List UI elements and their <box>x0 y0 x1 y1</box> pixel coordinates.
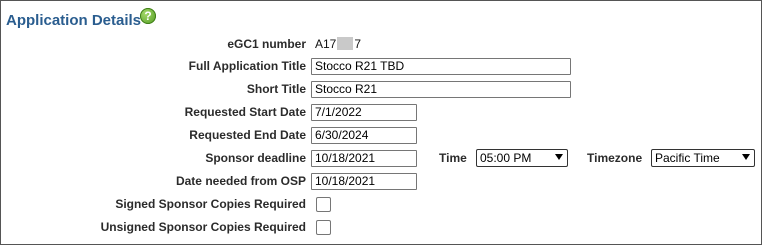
unsigned-copies-label: Unsigned Sponsor Copies Required <box>100 220 306 234</box>
egc1-value: A17 7 <box>315 35 361 54</box>
section-title: Application Details <box>6 12 142 29</box>
egc1-value-suffix: 7 <box>354 37 362 51</box>
full-title-input[interactable]: Stocco R21 TBD <box>311 58 571 75</box>
short-title-label: Short Title <box>246 82 306 96</box>
signed-copies-label: Signed Sponsor Copies Required <box>115 197 306 211</box>
date-needed-input[interactable]: 10/18/2021 <box>311 173 417 190</box>
time-select-value: 05:00 PM <box>480 151 532 165</box>
chevron-down-icon <box>742 154 750 160</box>
timezone-label: Timezone <box>587 151 643 165</box>
date-needed-row: Date needed from OSP 10/18/2021 <box>1 172 762 191</box>
sponsor-deadline-row: Sponsor deadline 10/18/2021 Time 05:00 P… <box>1 149 762 168</box>
egc1-label: eGC1 number <box>227 37 306 51</box>
redaction-mask <box>337 37 354 50</box>
signed-copies-checkbox[interactable] <box>316 197 331 212</box>
sponsor-deadline-input[interactable]: 10/18/2021 <box>311 150 417 167</box>
chevron-down-icon <box>555 154 563 160</box>
application-details-panel: Application Details ? eGC1 number A17 7 F… <box>0 0 762 245</box>
timezone-select-value: Pacific Time <box>655 151 720 165</box>
end-date-label: Requested End Date <box>189 128 306 142</box>
start-date-input[interactable]: 7/1/2022 <box>311 104 417 121</box>
short-title-row: Short Title Stocco R21 <box>1 80 762 99</box>
egc1-row: eGC1 number A17 7 <box>1 35 762 54</box>
sponsor-deadline-label: Sponsor deadline <box>205 151 306 165</box>
help-icon[interactable]: ? <box>140 8 156 24</box>
signed-copies-row: Signed Sponsor Copies Required <box>1 195 762 214</box>
timezone-select[interactable]: Pacific Time <box>651 149 755 167</box>
date-needed-label: Date needed from OSP <box>175 174 306 188</box>
end-date-input[interactable]: 6/30/2024 <box>311 127 417 144</box>
start-date-label: Requested Start Date <box>184 105 306 119</box>
full-title-label: Full Application Title <box>188 59 306 73</box>
start-date-row: Requested Start Date 7/1/2022 <box>1 103 762 122</box>
short-title-input[interactable]: Stocco R21 <box>311 81 571 98</box>
unsigned-copies-row: Unsigned Sponsor Copies Required <box>1 218 762 237</box>
egc1-value-prefix: A17 <box>315 37 337 51</box>
full-title-row: Full Application Title Stocco R21 TBD <box>1 57 762 76</box>
time-label: Time <box>439 151 467 165</box>
unsigned-copies-checkbox[interactable] <box>316 220 331 235</box>
end-date-row: Requested End Date 6/30/2024 <box>1 126 762 145</box>
time-select[interactable]: 05:00 PM <box>476 149 568 167</box>
